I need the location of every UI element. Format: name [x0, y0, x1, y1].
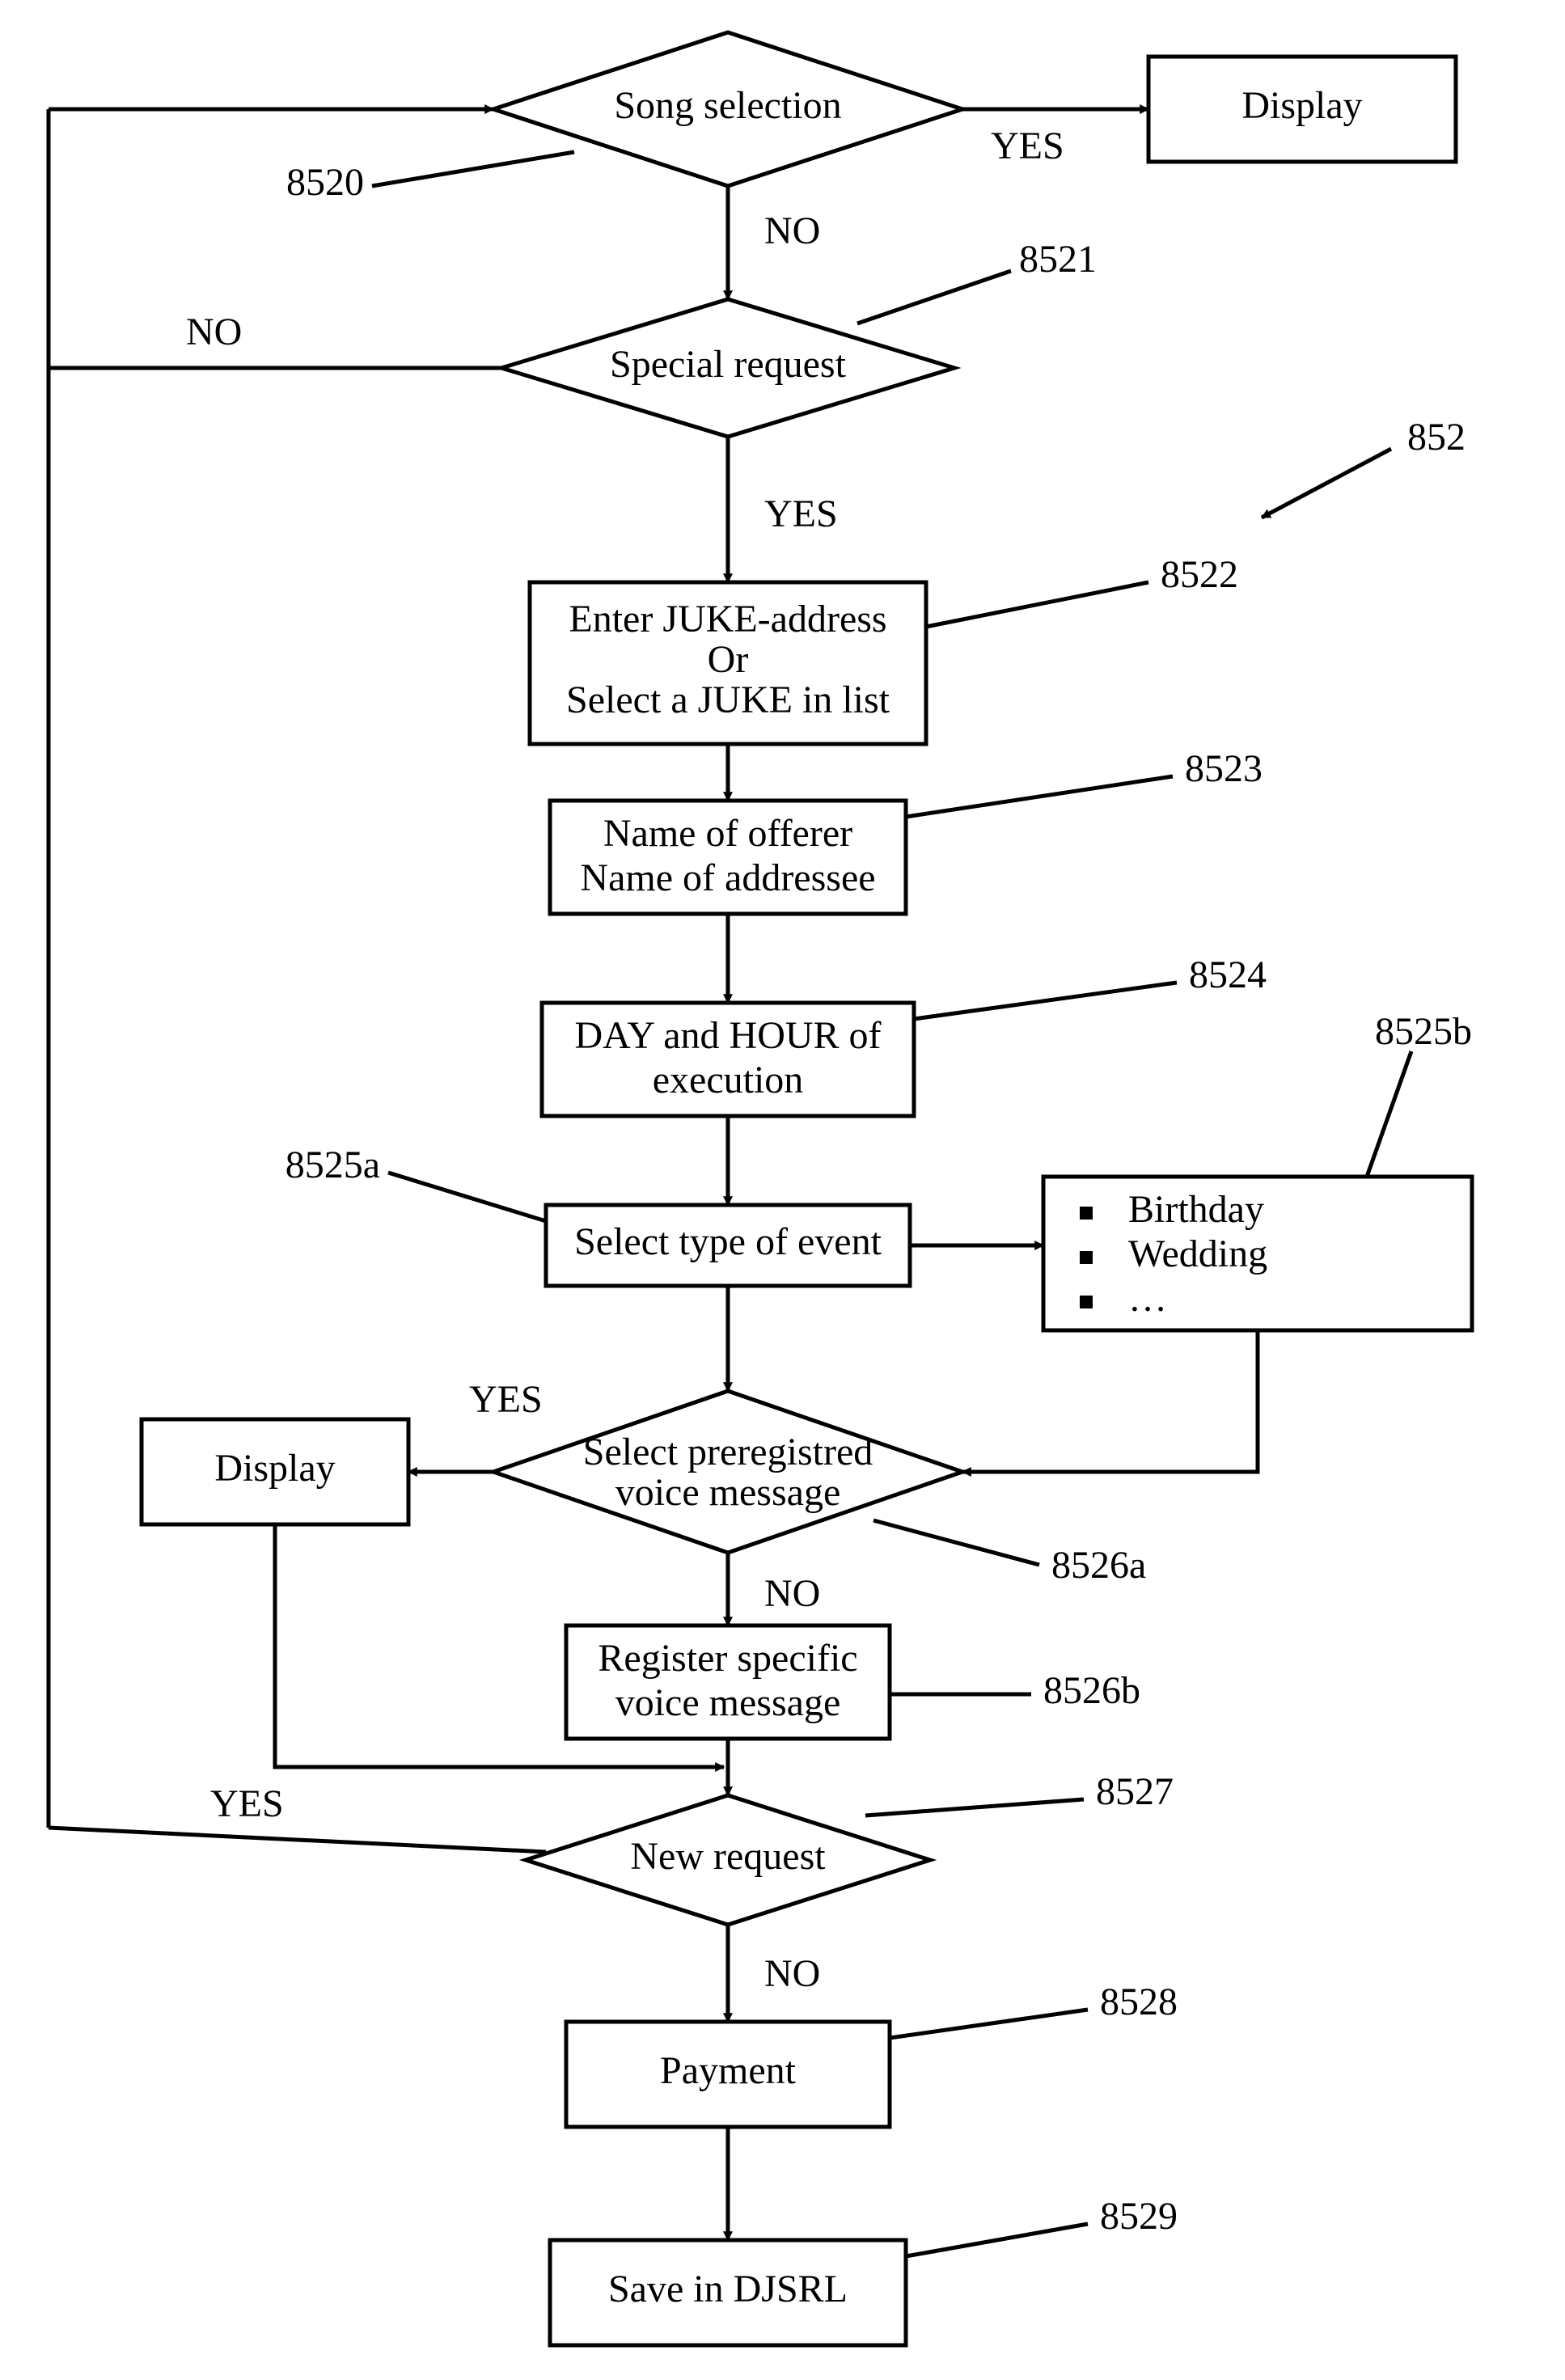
song-selection-decision: Song selection: [493, 32, 962, 186]
display-top-box: Display: [1148, 57, 1456, 162]
ref-8527: 8527: [1096, 1770, 1174, 1813]
names-box: Name of offerer Name of addressee: [550, 801, 906, 914]
ref-8523: 8523: [1185, 747, 1263, 790]
event-list-item-1: Birthday: [1128, 1188, 1264, 1231]
special-request-decision: Special request: [501, 299, 954, 437]
edge-label-yes-1: YES: [991, 125, 1064, 167]
special-request-label: Special request: [610, 343, 847, 386]
display-top-label: Display: [1241, 84, 1362, 127]
ref-8528: 8528: [1100, 1981, 1178, 2023]
enter-juke-l3: Select a JUKE in list: [566, 678, 890, 721]
ref-8520-leader: [372, 152, 574, 186]
ref-8521-leader: [857, 271, 1011, 323]
select-prereg-l2: voice message: [615, 1471, 841, 1514]
ref-8527-leader: [865, 1799, 1084, 1816]
payment-label: Payment: [660, 2049, 797, 2092]
save-box: Save in DJSRL: [550, 2240, 906, 2345]
edge-label-yes-4: YES: [210, 1782, 284, 1825]
ref-8529: 8529: [1100, 2195, 1178, 2238]
ref-8525a-leader: [388, 1173, 546, 1221]
ref-8528-leader: [890, 2010, 1088, 2038]
ref-852: 852: [1407, 416, 1466, 459]
dayhour-box: DAY and HOUR of execution: [542, 1003, 914, 1116]
edge-label-yes-2: YES: [764, 492, 838, 535]
ref-8526a: 8526a: [1051, 1544, 1146, 1587]
register-voice-box: Register specific voice message: [566, 1625, 890, 1739]
ref-8524: 8524: [1189, 953, 1267, 996]
ref-8521: 8521: [1019, 238, 1097, 281]
edge-newrequest-yes: [49, 1828, 546, 1852]
enter-juke-box: Enter JUKE-address Or Select a JUKE in l…: [530, 582, 926, 744]
ref-8524-leader: [914, 983, 1177, 1019]
edge-8525b-8526a: [962, 1330, 1258, 1472]
payment-box: Payment: [566, 2022, 890, 2127]
select-event-box: Select type of event: [546, 1205, 910, 1286]
save-label: Save in DJSRL: [608, 2268, 848, 2310]
ref-8526b: 8526b: [1043, 1669, 1140, 1712]
names-l1: Name of offerer: [603, 812, 852, 855]
dayhour-l2: execution: [653, 1059, 804, 1101]
event-list-item-3: …: [1128, 1277, 1167, 1320]
edge-label-no-3: NO: [764, 1572, 820, 1615]
edge-label-no-1: NO: [764, 209, 820, 252]
edge-label-yes-3: YES: [469, 1378, 543, 1421]
select-event-label: Select type of event: [574, 1220, 882, 1263]
edge-label-no-4: NO: [764, 1952, 820, 1995]
ref-8525a: 8525a: [286, 1143, 380, 1186]
event-list-box: Birthday Wedding …: [1043, 1177, 1472, 1330]
names-l2: Name of addressee: [580, 856, 875, 899]
display-left-label: Display: [214, 1447, 335, 1490]
ref-8520: 8520: [286, 161, 364, 204]
event-list-item-2: Wedding: [1128, 1232, 1267, 1275]
song-selection-label: Song selection: [614, 84, 841, 127]
register-l1: Register specific: [598, 1637, 857, 1680]
new-request-label: New request: [630, 1835, 826, 1878]
edge-label-no-2: NO: [186, 311, 242, 353]
enter-juke-l1: Enter JUKE-address: [569, 598, 886, 640]
enter-juke-l2: Or: [708, 638, 749, 681]
ref-8529-leader: [906, 2224, 1088, 2256]
ref-8525b: 8525b: [1375, 1010, 1472, 1053]
ref-852-arrow: [1262, 449, 1391, 518]
register-l2: voice message: [615, 1681, 841, 1724]
select-prereg-l1: Select preregistred: [583, 1431, 873, 1473]
ref-8525b-leader: [1367, 1051, 1411, 1177]
select-prereg-decision: Select preregistred voice message: [493, 1391, 962, 1553]
dayhour-l1: DAY and HOUR of: [574, 1014, 881, 1057]
ref-8522: 8522: [1161, 553, 1238, 596]
ref-8526a-leader: [873, 1520, 1039, 1565]
display-left-box: Display: [142, 1419, 408, 1524]
ref-8522-leader: [926, 582, 1148, 627]
ref-8523-leader: [906, 776, 1173, 817]
